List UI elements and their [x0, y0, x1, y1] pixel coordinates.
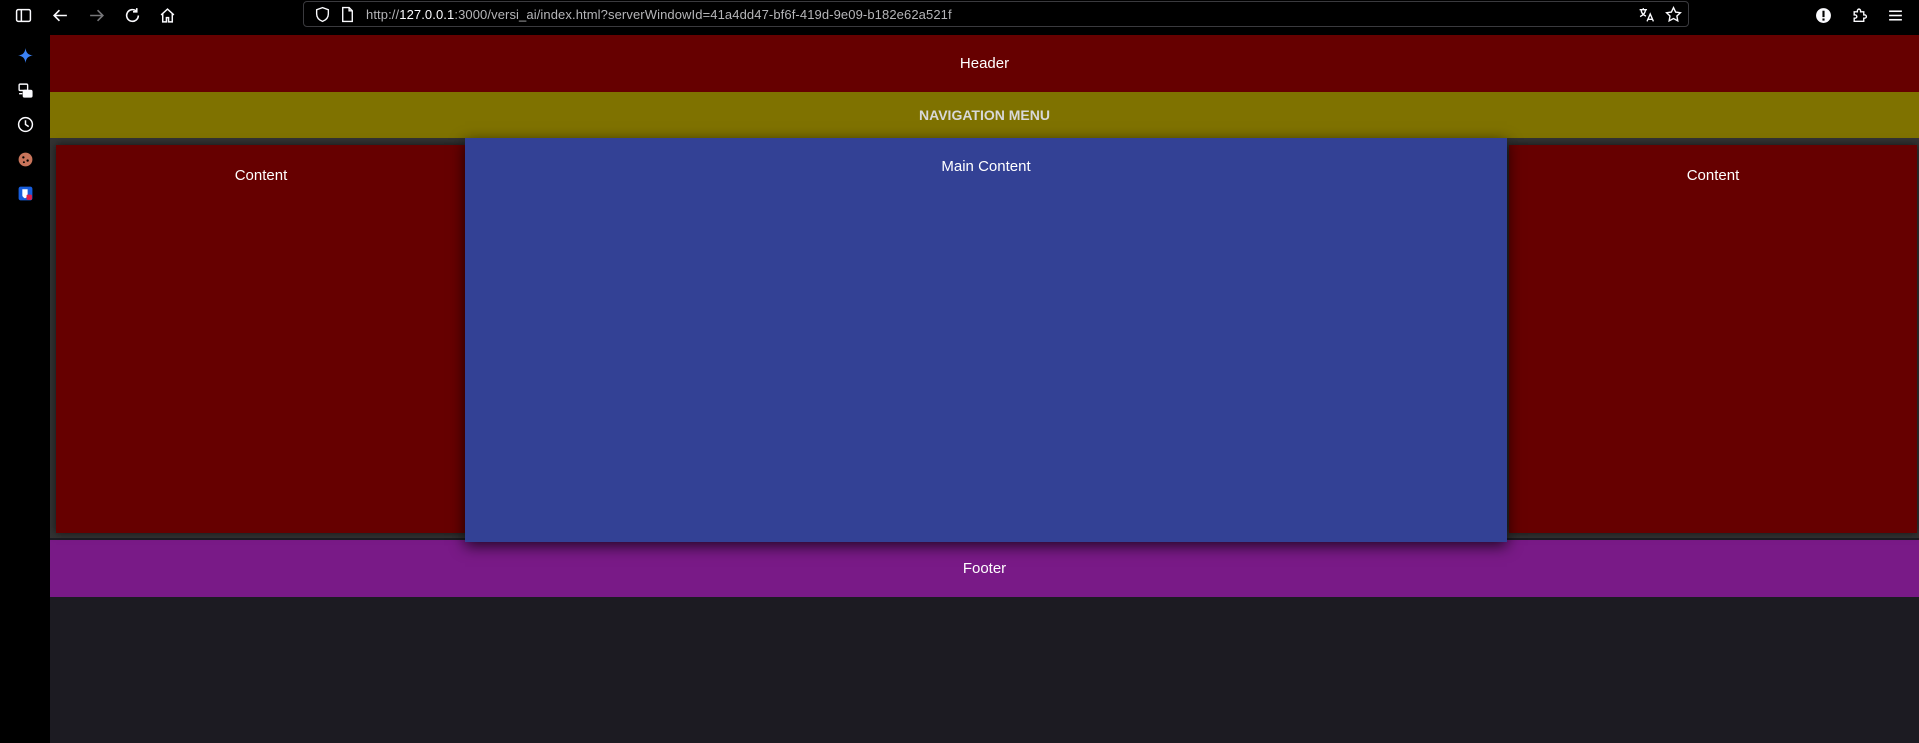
extension-alert-icon[interactable]: [1811, 3, 1835, 27]
left-content-panel: Content: [56, 145, 466, 533]
extensions-puzzle-icon[interactable]: [1847, 3, 1871, 27]
translate-icon[interactable]: [1634, 2, 1658, 26]
back-icon[interactable]: [48, 3, 72, 27]
page-header: Header: [50, 35, 1919, 92]
synced-tabs-icon[interactable]: [13, 78, 37, 102]
url-path: :3000/versi_ai/index.html?serverWindowId…: [454, 7, 952, 22]
url-prefix: http://: [366, 7, 400, 22]
left-content-label: Content: [234, 167, 288, 184]
forward-icon[interactable]: [84, 3, 108, 27]
browser-sidebar: [0, 29, 50, 743]
page-footer: Footer: [50, 540, 1919, 597]
page-viewport: Header NAVIGATION MENU Content Content M…: [50, 35, 1919, 743]
menu-hamburger-icon[interactable]: [1883, 3, 1907, 27]
bookmark-star-icon[interactable]: [1661, 2, 1685, 26]
main-content-panel: Main Content: [465, 138, 1507, 542]
reload-icon[interactable]: [120, 3, 144, 27]
browser-toolbar: http://127.0.0.1:3000/versi_ai/index.htm…: [0, 0, 1919, 29]
url-host: 127.0.0.1: [399, 7, 455, 22]
navigation-menu[interactable]: NAVIGATION MENU: [50, 92, 1919, 138]
history-clock-icon[interactable]: [13, 112, 37, 136]
main-content-label: Main Content: [941, 158, 1031, 175]
right-content-label: Content: [1686, 167, 1740, 184]
shield-icon[interactable]: [310, 2, 334, 26]
url-bar[interactable]: http://127.0.0.1:3000/versi_ai/index.htm…: [303, 1, 1689, 27]
cookie-icon[interactable]: [13, 147, 37, 171]
ai-sparkle-icon[interactable]: [13, 43, 37, 67]
bitwarden-extension-icon[interactable]: [13, 181, 37, 205]
sidebar-toggle-icon[interactable]: [11, 3, 35, 27]
right-content-panel: Content: [1509, 145, 1917, 533]
url-text[interactable]: http://127.0.0.1:3000/versi_ai/index.htm…: [366, 7, 952, 22]
home-icon[interactable]: [155, 3, 179, 27]
page-info-icon[interactable]: [335, 2, 359, 26]
